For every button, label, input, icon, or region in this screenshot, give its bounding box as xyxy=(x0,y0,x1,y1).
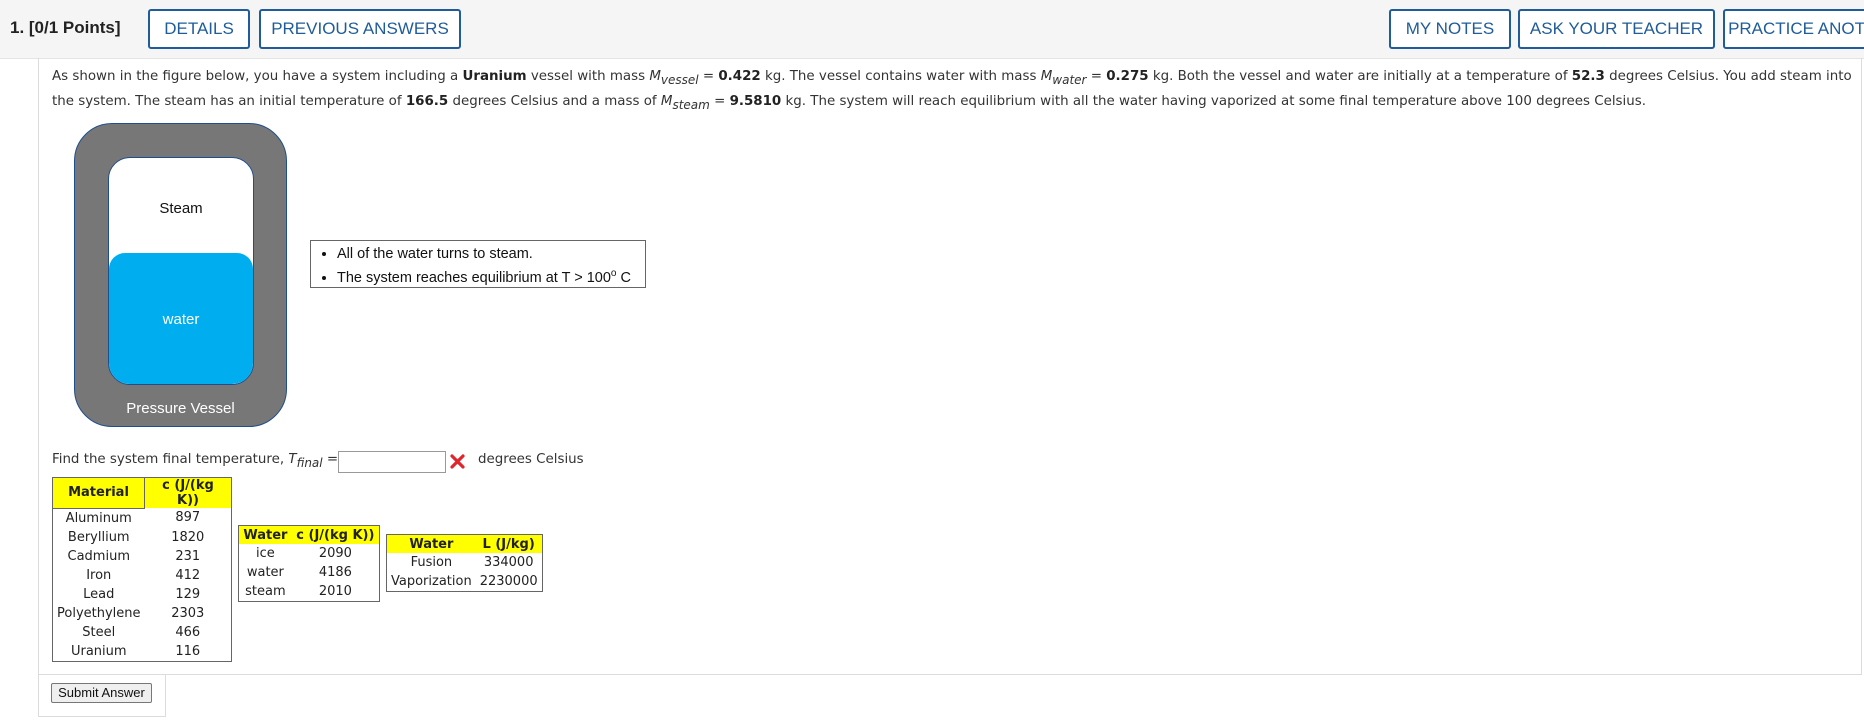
question-prompt: Find the system final temperature, Tfina… xyxy=(52,452,339,470)
submit-answer-button[interactable]: Submit Answer xyxy=(51,683,152,703)
table-row: Iron 412 xyxy=(86,567,201,583)
table-row: ice 2090 xyxy=(255,546,352,561)
table-row: Steel 466 xyxy=(82,624,201,640)
practice-another-button[interactable]: PRACTICE ANOTHER xyxy=(1723,9,1864,49)
pressure-vessel-label: Pressure Vessel xyxy=(126,400,235,417)
table-row: Lead 129 xyxy=(83,586,201,602)
table-header: L (J/kg) xyxy=(475,534,543,553)
specific-heat-table: Material c (J/(kg K)) Aluminum 897 Beryll… xyxy=(51,477,232,662)
initial-temperature-value: 52.3 xyxy=(1571,69,1605,84)
vessel-material: Uranium xyxy=(462,69,527,84)
problem-statement: As shown in the figure below, you have a… xyxy=(52,69,1852,112)
table-row: Polyethylene 2303 xyxy=(57,605,205,621)
latent-heat-table: Water L (J/kg) Fusion 334000 Vaporization… xyxy=(386,534,543,592)
table-row: Aluminum 897 xyxy=(65,510,201,526)
water-mass-value: 0.275 xyxy=(1106,69,1149,84)
table-row: Fusion 334000 xyxy=(410,555,534,570)
vessel-mass-value: 0.422 xyxy=(718,69,761,84)
water-specific-heat-table: Water c (J/(kg K)) ice 2090 water 4186 ste… xyxy=(238,525,380,602)
question-points-label: 1. [0/1 Points] xyxy=(10,18,121,37)
steam-label: Steam xyxy=(159,200,203,217)
answer-units: degrees Celsius xyxy=(478,452,584,467)
vessel-chamber xyxy=(108,157,254,385)
table-header: Water xyxy=(386,534,476,553)
my-notes-button[interactable]: MY NOTES xyxy=(1389,9,1511,49)
steam-mass-value: 9.5810 xyxy=(729,94,782,109)
note-item: The system reaches equilibrium at T > 10… xyxy=(337,264,645,288)
table-row: Vaporization 2230000 xyxy=(391,574,538,589)
ask-your-teacher-button[interactable]: ASK YOUR TEACHER xyxy=(1518,9,1715,49)
table-row: steam 2010 xyxy=(245,584,352,599)
table-header: Material xyxy=(51,477,146,509)
water-label: water xyxy=(162,311,200,328)
steam-temperature-value: 166.5 xyxy=(405,94,449,109)
table-header: c (J/(kg K)) xyxy=(144,477,232,508)
details-button[interactable]: DETAILS xyxy=(148,9,250,49)
question-header: 1. [0/1 Points] DETAILS PREVIOUS ANSWERS… xyxy=(0,0,1864,59)
previous-answers-button[interactable]: PREVIOUS ANSWERS xyxy=(259,9,461,49)
final-temperature-input[interactable] xyxy=(338,451,446,473)
table-row: water 4186 xyxy=(246,565,352,580)
table-header: c (J/(kg K)) xyxy=(291,525,380,544)
note-item: All of the water turns to steam. xyxy=(337,244,645,264)
table-row: Uranium 116 xyxy=(70,643,201,659)
table-header: Water xyxy=(238,525,292,544)
table-row: Cadmium 231 xyxy=(67,548,201,564)
x-mark-icon xyxy=(450,454,465,469)
figure-notes-box: All of the water turns to steam. The sys… xyxy=(310,240,646,288)
table-row: Beryllium 1820 xyxy=(67,529,205,545)
